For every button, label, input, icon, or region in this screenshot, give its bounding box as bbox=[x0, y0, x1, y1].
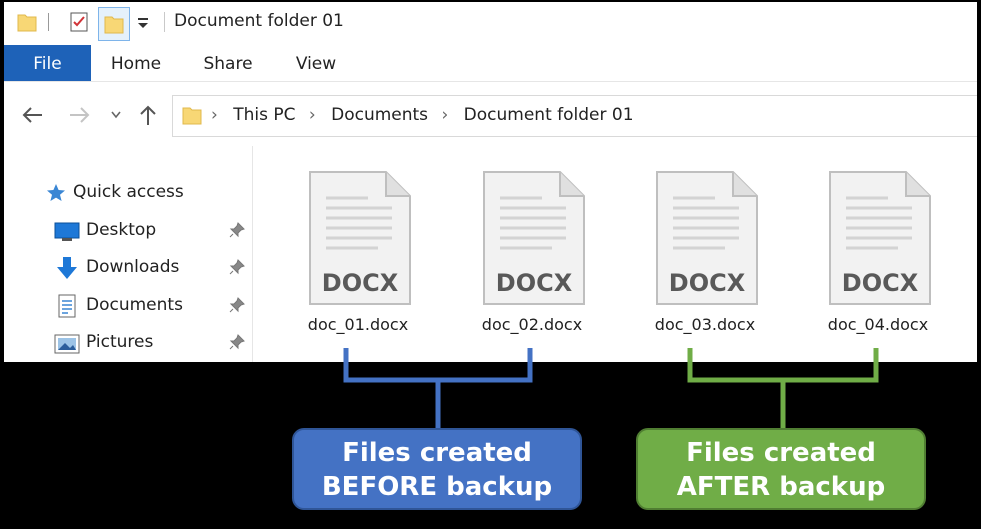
callout-after-line1: Files created bbox=[686, 438, 876, 468]
new-folder-icon bbox=[104, 16, 124, 34]
pin-icon[interactable] bbox=[229, 222, 245, 238]
title-bar: Document folder 01 bbox=[4, 2, 977, 45]
forward-arrow-icon[interactable] bbox=[68, 106, 90, 124]
documents-icon bbox=[58, 294, 76, 318]
pin-icon[interactable] bbox=[229, 259, 245, 275]
nav-quick-access-label: Quick access bbox=[73, 182, 184, 202]
folder-icon[interactable] bbox=[16, 11, 38, 33]
breadcrumb-this-pc[interactable]: This PC bbox=[233, 105, 295, 125]
callout-after-backup: Files created AFTER backup bbox=[636, 428, 926, 510]
docx-badge: DOCX bbox=[842, 269, 919, 297]
tab-share[interactable]: Share bbox=[196, 45, 260, 81]
address-bar[interactable]: › This PC › Documents › Document folder … bbox=[172, 95, 977, 137]
file-name[interactable]: doc_01.docx bbox=[283, 315, 433, 334]
docx-file-icon: DOCX bbox=[656, 171, 758, 305]
nav-quick-access[interactable]: Quick access bbox=[46, 178, 246, 208]
docx-badge: DOCX bbox=[322, 269, 399, 297]
file-list: DOCX doc_01.docx DOCX doc_02.docx DOCX d… bbox=[254, 146, 977, 362]
tab-home[interactable]: Home bbox=[104, 45, 168, 81]
docx-badge: DOCX bbox=[669, 269, 746, 297]
breadcrumb-chevron-icon[interactable]: › bbox=[441, 105, 448, 125]
customize-quick-access-icon[interactable] bbox=[136, 16, 150, 30]
back-arrow-icon[interactable] bbox=[22, 106, 44, 124]
file-name[interactable]: doc_04.docx bbox=[803, 315, 953, 334]
nav-item-desktop[interactable]: Desktop bbox=[4, 216, 252, 246]
file-name[interactable]: doc_03.docx bbox=[630, 315, 780, 334]
up-arrow-icon[interactable] bbox=[138, 104, 158, 126]
file-item-doc-02[interactable]: DOCX doc_02.docx bbox=[457, 166, 607, 346]
pin-icon[interactable] bbox=[229, 334, 245, 350]
nav-item-pictures[interactable]: Pictures bbox=[4, 328, 252, 358]
pin-icon[interactable] bbox=[229, 297, 245, 313]
qa-separator bbox=[48, 13, 49, 31]
download-arrow-icon bbox=[57, 257, 77, 279]
file-item-doc-01[interactable]: DOCX doc_01.docx bbox=[283, 166, 433, 346]
breadcrumb-chevron-icon: › bbox=[211, 105, 218, 125]
callout-before-line1: Files created bbox=[342, 438, 532, 468]
breadcrumb-chevron-icon[interactable]: › bbox=[309, 105, 316, 125]
nav-item-label: Desktop bbox=[86, 220, 157, 240]
tab-file[interactable]: File bbox=[4, 45, 91, 81]
explorer-window: Document folder 01 File Home Share View … bbox=[4, 2, 977, 362]
navigation-bar: › This PC › Documents › Document folder … bbox=[4, 82, 977, 146]
breadcrumb-document-folder[interactable]: Document folder 01 bbox=[464, 105, 634, 125]
file-item-doc-04[interactable]: DOCX doc_04.docx bbox=[803, 166, 953, 346]
breadcrumb: › This PC › Documents › Document folder … bbox=[211, 105, 642, 125]
recent-locations-chevron-icon[interactable] bbox=[110, 110, 122, 120]
tab-view[interactable]: View bbox=[288, 45, 344, 81]
desktop-icon bbox=[54, 222, 80, 241]
title-separator bbox=[164, 12, 165, 32]
nav-item-documents[interactable]: Documents bbox=[4, 291, 252, 321]
nav-item-label: Pictures bbox=[86, 332, 154, 352]
file-name[interactable]: doc_02.docx bbox=[457, 315, 607, 334]
docx-file-icon: DOCX bbox=[309, 171, 411, 305]
window-title: Document folder 01 bbox=[174, 11, 344, 31]
docx-badge: DOCX bbox=[496, 269, 573, 297]
star-icon bbox=[47, 184, 65, 201]
ribbon-tabs: File Home Share View bbox=[4, 45, 977, 82]
callout-before-backup: Files created BEFORE backup bbox=[292, 428, 582, 510]
callout-before-line2: BEFORE backup bbox=[321, 472, 553, 502]
docx-file-icon: DOCX bbox=[829, 171, 931, 305]
folder-icon bbox=[182, 107, 202, 125]
nav-item-downloads[interactable]: Downloads bbox=[4, 253, 252, 283]
pictures-icon bbox=[54, 334, 80, 354]
nav-item-label: Downloads bbox=[86, 257, 180, 277]
properties-icon[interactable] bbox=[68, 11, 90, 33]
new-folder-button[interactable] bbox=[98, 7, 130, 41]
file-item-doc-03[interactable]: DOCX doc_03.docx bbox=[630, 166, 780, 346]
callout-after-line2: AFTER backup bbox=[676, 472, 886, 502]
navigation-pane: Quick access Desktop Downloads Documents… bbox=[4, 146, 253, 362]
breadcrumb-documents[interactable]: Documents bbox=[331, 105, 428, 125]
nav-item-label: Documents bbox=[86, 295, 183, 315]
docx-file-icon: DOCX bbox=[483, 171, 585, 305]
